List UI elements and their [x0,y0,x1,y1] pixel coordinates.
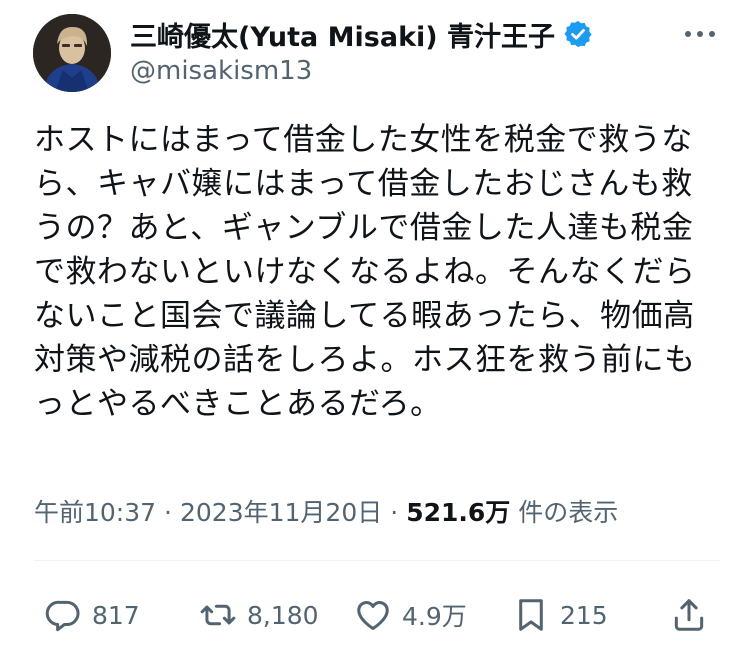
tweet-text-line: うの？あと、ギャンブルで借金した人達も税金 [34,210,694,246]
verified-badge-icon [564,20,592,48]
reply-button[interactable]: 817 [44,593,140,637]
tweet-date[interactable]: 2023年11月20日 [180,493,382,529]
share-button[interactable] [670,593,708,637]
tweet-text-line: ホストにはまって借金した女性を税金で救うな [34,122,693,158]
repost-button[interactable]: 8,180 [199,593,319,637]
tweet-text-line: ら、キャバ嬢にはまって借金したおじさんも救 [34,166,693,202]
author-handle[interactable]: @misakism13 [130,56,312,86]
reply-count: 817 [92,600,140,630]
like-icon [357,601,389,630]
author-display-name[interactable]: 三崎優太(Yuta Misaki) 青汁王子 [130,15,555,54]
bookmark-count: 215 [560,600,608,630]
tweet-text-line: 対策や減税の話をしろよ。ホス狂を救う前にも [34,342,696,378]
tweet-actions: 817 8,180 4.9万 215 [44,593,714,637]
reply-icon [45,600,80,632]
bookmark-icon [519,599,543,631]
repost-icon [200,604,236,626]
views-label: 件の表示 [518,498,619,527]
like-count: 4.9万 [402,602,467,631]
meta-separator: · [164,498,172,527]
tweet-time[interactable]: 午前10:37 [34,493,156,529]
tweet-meta: 午前10:37 · 2023年11月20日 · 521.6万 件の表示 [34,493,618,529]
tweet-text-line: で救わないといけなくなるよね。そんなくだら [34,254,696,290]
tweet-text: ホストにはまって借金した女性を税金で救うな ら、キャバ嬢にはまって借金したおじさ… [34,118,724,426]
views-count[interactable]: 521.6万 [406,493,510,529]
avatar[interactable] [33,14,111,92]
divider [34,560,720,561]
meta-separator: · [390,498,399,527]
bookmark-button[interactable]: 215 [512,593,608,637]
tweet-text-line: ないこと国会で議論してる暇あったら、物価高 [34,298,695,334]
share-icon [674,599,704,631]
like-button[interactable]: 4.9万 [354,593,467,637]
repost-count: 8,180 [247,600,319,630]
more-icon [685,31,715,37]
avatar-image [33,14,111,92]
author-name-row: 三崎優太(Yuta Misaki) 青汁王子 [130,14,593,54]
more-options-button[interactable] [680,24,720,44]
tweet-text-line: っとやるべきことあるだろ。 [34,386,442,422]
